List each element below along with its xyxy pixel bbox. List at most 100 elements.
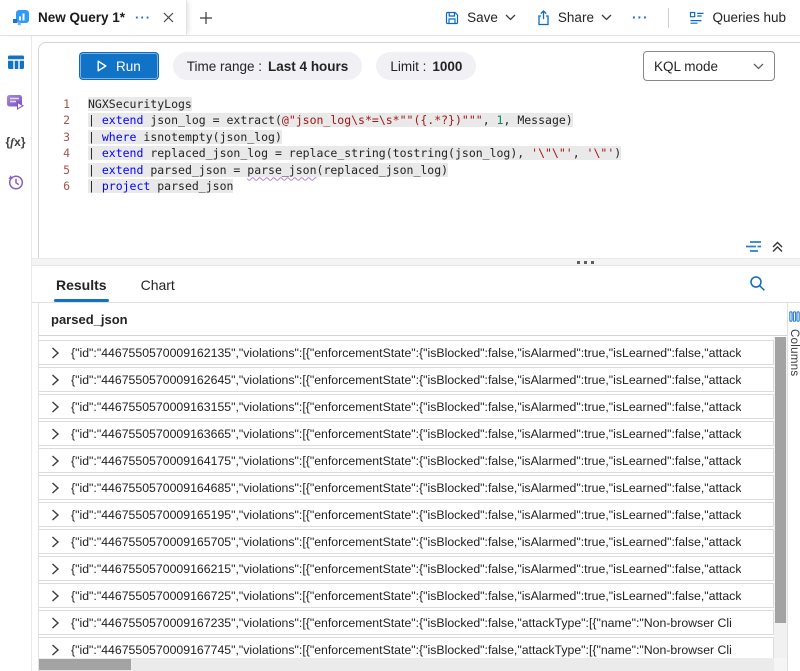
horizontal-scrollbar[interactable] [39, 658, 774, 671]
column-header-label: parsed_json [51, 312, 128, 327]
tab-chart-label: Chart [141, 277, 175, 293]
play-icon [97, 60, 107, 72]
history-tool-icon[interactable] [6, 172, 26, 192]
line-number: 4 [39, 145, 70, 161]
run-button[interactable]: Run [79, 52, 159, 80]
line-number: 6 [39, 178, 70, 194]
chevron-down-icon [601, 14, 612, 21]
function-tool-icon[interactable]: {fx} [6, 132, 26, 152]
table-row[interactable]: {"id":"4467550570009164175","violations"… [39, 448, 774, 473]
table-row[interactable]: {"id":"4467550570009162135","violations"… [39, 340, 774, 365]
line-number: 1 [39, 96, 70, 112]
code-line: | where isnotempty(json_log) [88, 129, 800, 145]
row-expand-icon[interactable] [51, 509, 60, 521]
tab-results-label: Results [56, 277, 107, 293]
vertical-scrollbar-thumb[interactable] [775, 337, 786, 623]
row-expand-icon[interactable] [51, 374, 60, 386]
kql-code-editor[interactable]: 123456 NGXSecurityLogs| extend json_log … [39, 89, 800, 194]
tab-chart[interactable]: Chart [139, 277, 177, 302]
collapse-panel-icon[interactable] [771, 240, 784, 253]
results-table: parsed_json {"id":"4467550570009162135",… [38, 303, 787, 671]
row-json-text: {"id":"4467550570009167745","violations"… [71, 643, 732, 657]
line-number: 5 [39, 162, 70, 178]
vertical-scrollbar[interactable] [774, 337, 787, 658]
column-header-parsed-json[interactable]: parsed_json [39, 303, 787, 336]
table-row[interactable]: {"id":"4467550570009166215","violations"… [39, 556, 774, 581]
wrap-lines-icon[interactable] [745, 240, 762, 253]
row-json-text: {"id":"4467550570009163665","violations"… [71, 427, 741, 441]
limit-pill[interactable]: Limit : 1000 [376, 52, 476, 80]
table-row[interactable]: {"id":"4467550570009163665","violations"… [39, 421, 774, 446]
results-panel: Results Chart parsed_json {"id":"4467550… [32, 266, 800, 671]
row-json-text: {"id":"4467550570009166725","violations"… [71, 589, 741, 603]
columns-icon [789, 311, 800, 322]
share-label: Share [558, 10, 594, 25]
results-tabs: Results Chart [32, 266, 800, 303]
row-json-text: {"id":"4467550570009165705","violations"… [71, 535, 741, 549]
table-row[interactable]: {"id":"4467550570009165705","violations"… [39, 529, 774, 554]
scrollbar-corner [774, 658, 787, 671]
columns-panel-label: Columns [788, 329, 800, 376]
chevron-down-icon [505, 14, 516, 21]
table-row[interactable]: {"id":"4467550570009163155","violations"… [39, 394, 774, 419]
horizontal-scrollbar-thumb[interactable] [39, 659, 131, 670]
row-expand-icon[interactable] [51, 644, 60, 656]
table-row[interactable]: {"id":"4467550570009162645","violations"… [39, 367, 774, 392]
query-toolbar: Run Time range : Last 4 hours Limit : 10… [39, 43, 800, 89]
table-row[interactable]: {"id":"4467550570009164685","violations"… [39, 475, 774, 500]
save-icon [444, 10, 460, 26]
row-expand-icon[interactable] [51, 590, 60, 602]
more-actions-button[interactable]: ··· [632, 10, 649, 25]
row-json-text: {"id":"4467550570009166215","violations"… [71, 562, 741, 576]
table-row[interactable]: {"id":"4467550570009167235","violations"… [39, 610, 774, 635]
query-editor-card: Run Time range : Last 4 hours Limit : 10… [38, 42, 800, 258]
row-expand-icon[interactable] [51, 401, 60, 413]
saved-scripts-tool-icon[interactable] [6, 92, 26, 112]
share-button[interactable]: Share [536, 10, 612, 26]
table-row[interactable]: {"id":"4467550570009167745","violations"… [39, 637, 774, 658]
panel-splitter[interactable] [32, 258, 800, 266]
app-logo-icon [12, 9, 30, 27]
limit-value: 1000 [432, 59, 462, 74]
table-tool-icon[interactable] [6, 52, 26, 72]
editor-gutter: 123456 [39, 96, 75, 194]
code-line: | extend replaced_json_log = replace_str… [88, 145, 800, 161]
line-number: 3 [39, 129, 70, 145]
row-json-text: {"id":"4467550570009167235","violations"… [71, 616, 732, 630]
row-expand-icon[interactable] [51, 482, 60, 494]
more-icon: ··· [632, 10, 649, 25]
search-icon[interactable] [749, 275, 766, 292]
row-expand-icon[interactable] [51, 428, 60, 440]
time-range-value: Last 4 hours [268, 59, 348, 74]
kql-mode-select[interactable]: KQL mode [643, 51, 775, 81]
tab-close-icon[interactable] [161, 12, 176, 23]
chevron-down-icon [753, 63, 764, 70]
save-button[interactable]: Save [444, 10, 516, 26]
tab-bar: New Query 1* ··· Save Share ··· [0, 0, 800, 36]
code-line: | extend json_log = extract(@"json_log\s… [88, 112, 800, 128]
share-icon [536, 10, 551, 26]
row-expand-icon[interactable] [51, 455, 60, 467]
row-expand-icon[interactable] [51, 536, 60, 548]
kql-mode-value: KQL mode [654, 59, 718, 74]
queries-hub-button[interactable]: Queries hub [689, 10, 786, 26]
columns-side-panel-tab[interactable]: Columns [787, 303, 800, 671]
query-tab[interactable]: New Query 1* ··· [0, 0, 187, 35]
new-tab-button[interactable] [187, 0, 225, 35]
editor-tools [745, 240, 784, 253]
tab-more-icon[interactable]: ··· [133, 10, 153, 25]
row-json-text: {"id":"4467550570009164175","violations"… [71, 454, 741, 468]
run-label: Run [116, 59, 141, 74]
plus-icon [199, 11, 213, 25]
limit-label: Limit : [390, 59, 426, 74]
table-row[interactable]: {"id":"4467550570009166725","violations"… [39, 583, 774, 608]
time-range-pill[interactable]: Time range : Last 4 hours [173, 52, 363, 80]
row-expand-icon[interactable] [51, 347, 60, 359]
table-row[interactable]: {"id":"4467550570009165195","violations"… [39, 502, 774, 527]
tab-results[interactable]: Results [54, 277, 109, 302]
save-label: Save [467, 10, 498, 25]
active-tab-underline [54, 299, 109, 302]
row-expand-icon[interactable] [51, 563, 60, 575]
queries-hub-label: Queries hub [712, 10, 786, 25]
row-expand-icon[interactable] [51, 617, 60, 629]
